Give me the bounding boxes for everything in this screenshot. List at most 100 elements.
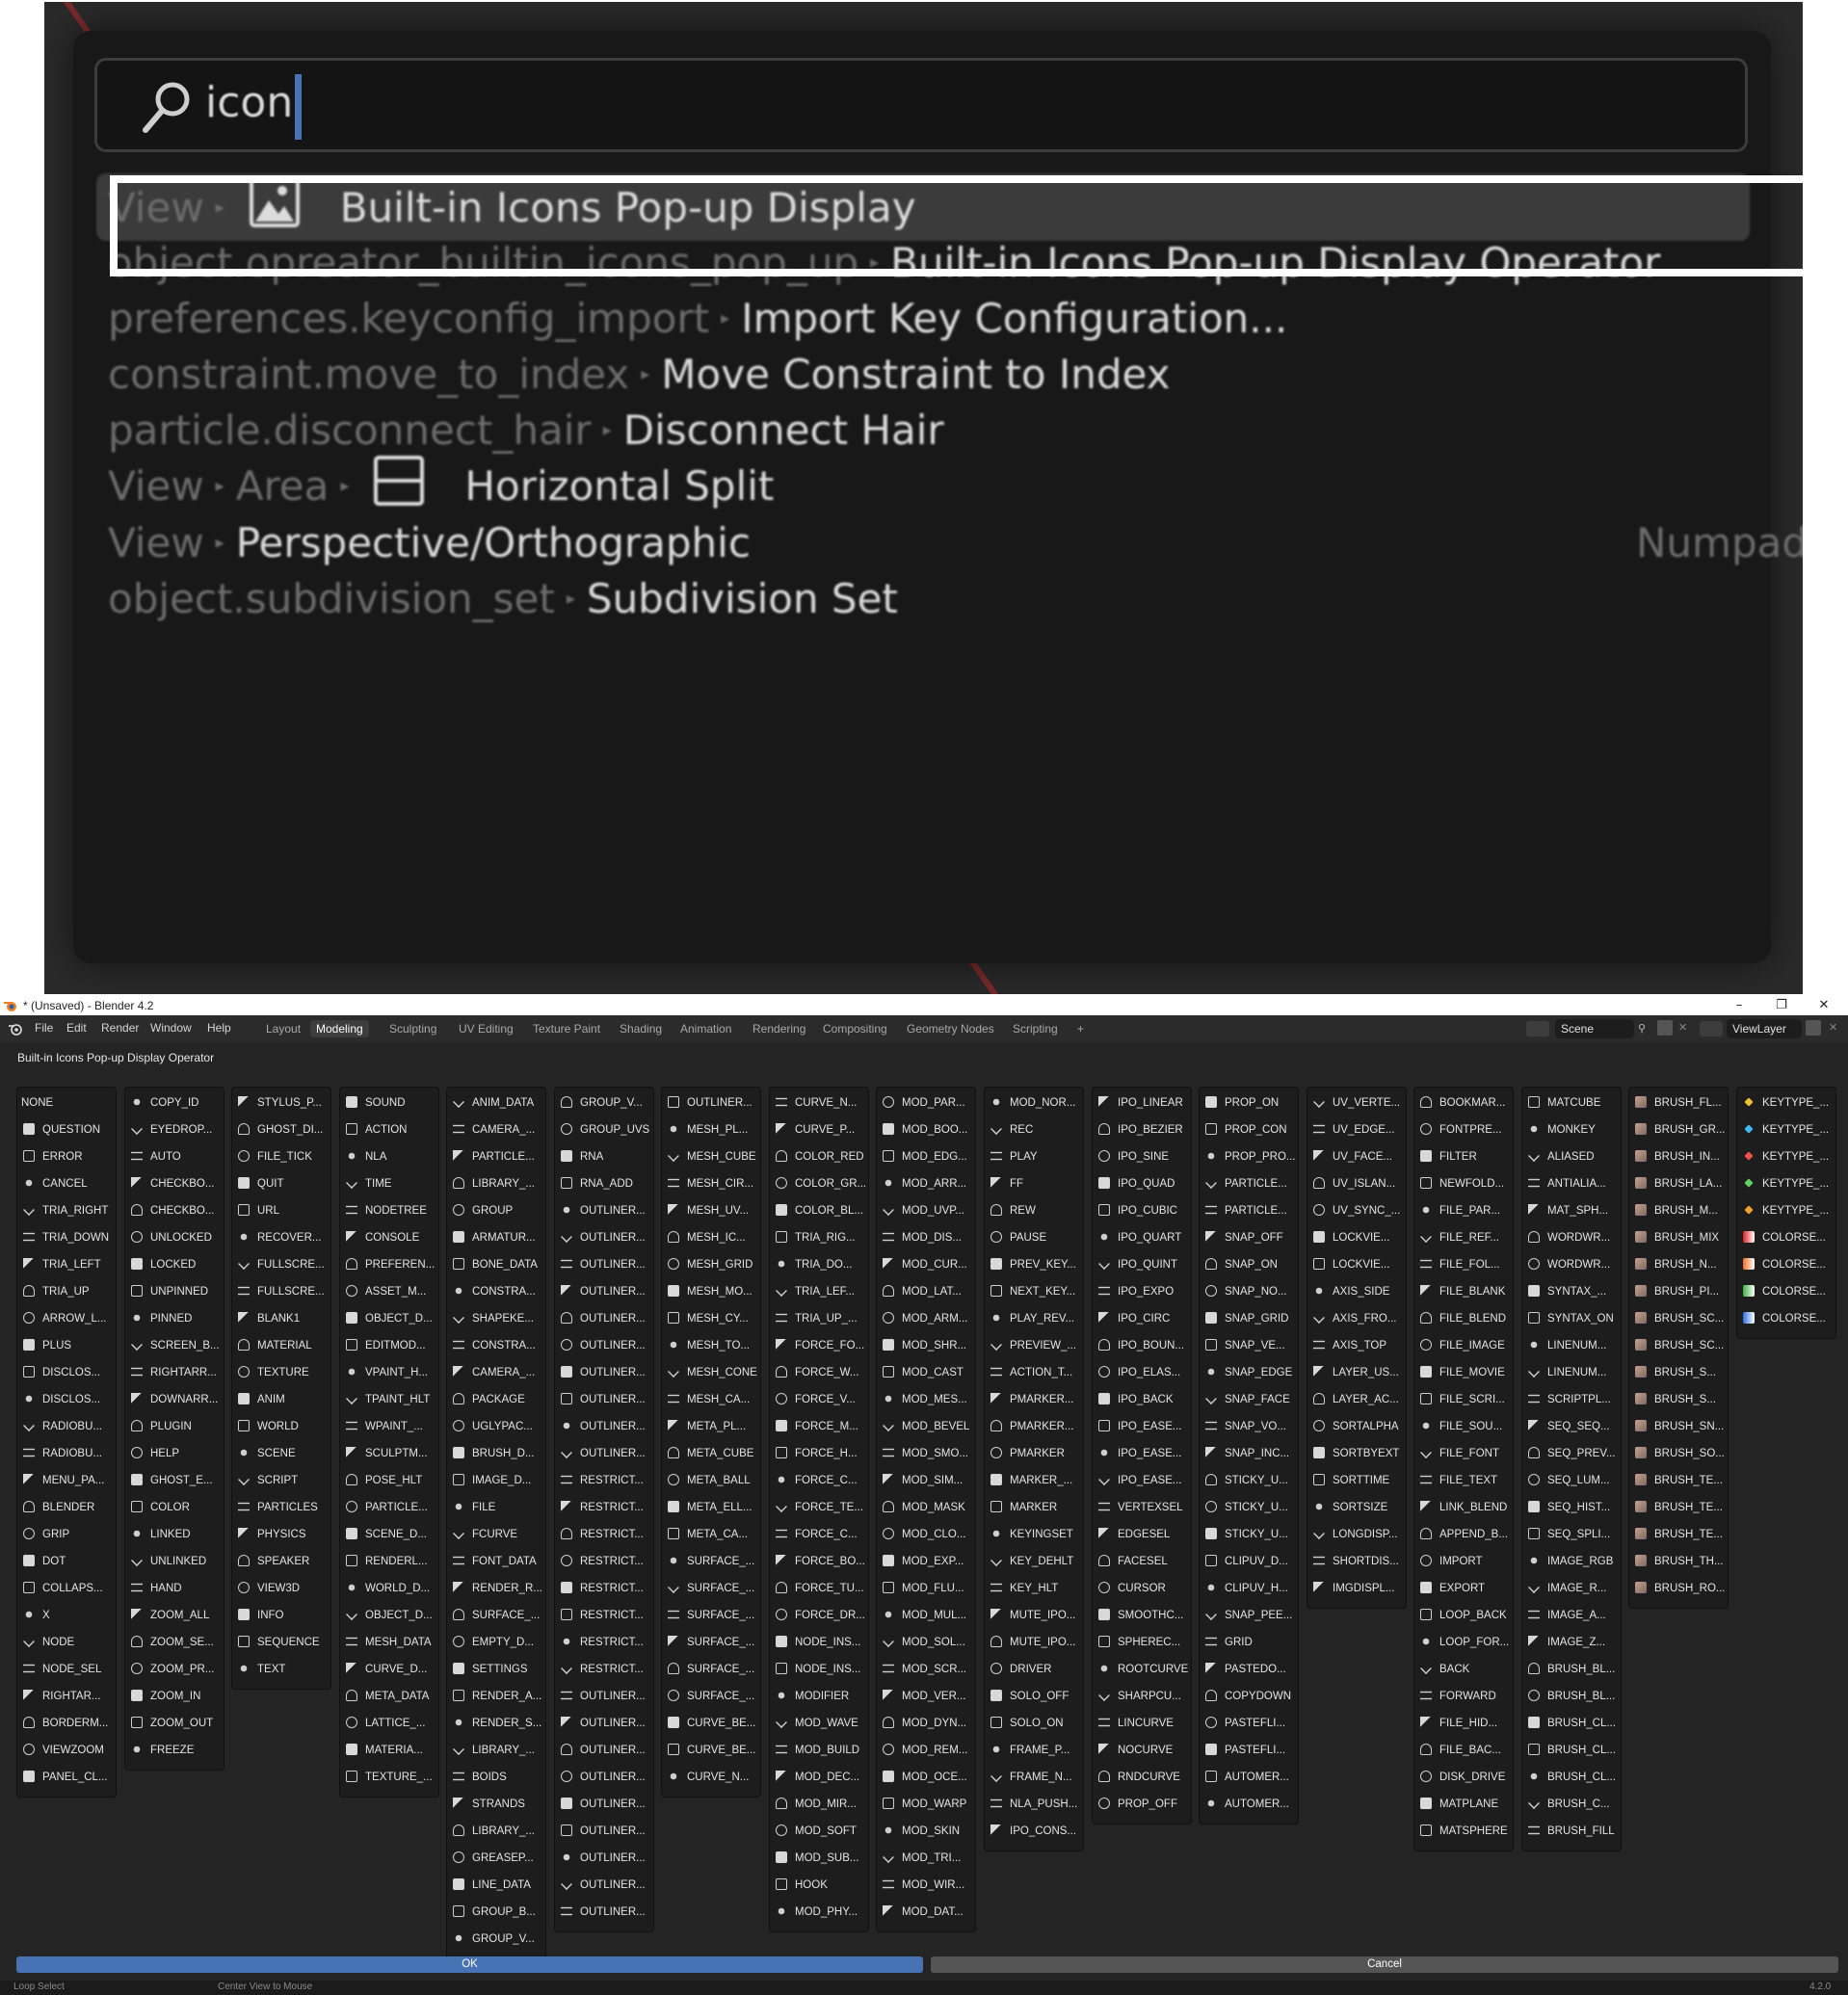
icon-item[interactable]: RESTRICT...: [559, 1469, 644, 1492]
icon-item[interactable]: SNAP_NO...: [1203, 1280, 1287, 1303]
icon-item[interactable]: OUTLINER...: [559, 1388, 646, 1411]
icon-item[interactable]: FILE_SOU...: [1418, 1415, 1502, 1438]
cancel-button[interactable]: Cancel: [931, 1956, 1838, 1973]
icon-item[interactable]: OUTLINER...: [559, 1739, 646, 1762]
icon-item[interactable]: RESTRICT...: [559, 1658, 644, 1681]
icon-item[interactable]: TPAINT_HLT: [344, 1388, 430, 1411]
workspace-tab[interactable]: Texture Paint: [527, 1020, 606, 1037]
icon-item[interactable]: RESTRICT...: [559, 1604, 644, 1627]
icon-item[interactable]: BRUSH_FL...: [1633, 1091, 1722, 1115]
icon-item[interactable]: MATPLANE: [1418, 1793, 1498, 1816]
icon-item[interactable]: SORTTIME: [1311, 1469, 1389, 1492]
icon-item[interactable]: MESH_CUBE: [666, 1145, 756, 1168]
icon-item[interactable]: OUTLINER...: [559, 1793, 646, 1816]
icon-item[interactable]: NODETREE: [344, 1199, 427, 1222]
icon-item[interactable]: BRUSH_SN...: [1633, 1415, 1724, 1438]
icon-item[interactable]: MOD_PAR...: [881, 1091, 965, 1115]
icon-item[interactable]: SOLO_ON: [989, 1712, 1064, 1735]
icon-item[interactable]: OUTLINER...: [559, 1199, 646, 1222]
icon-item[interactable]: IMAGE_Z...: [1526, 1631, 1605, 1654]
icon-item[interactable]: PMARKER...: [989, 1415, 1073, 1438]
icon-item[interactable]: STICKY_U...: [1203, 1523, 1288, 1546]
icon-item[interactable]: MOD_BOO...: [881, 1118, 967, 1142]
icon-item[interactable]: KEYINGSET: [989, 1523, 1073, 1546]
icon-item[interactable]: LOCKVIE...: [1311, 1253, 1389, 1276]
menu-render[interactable]: Render: [101, 1021, 139, 1035]
icon-item[interactable]: CHECKBO...: [129, 1199, 214, 1222]
icon-item[interactable]: BRUSH_GR...: [1633, 1118, 1726, 1142]
icon-item[interactable]: SCENE_D...: [344, 1523, 427, 1546]
icon-item[interactable]: DOT: [21, 1550, 66, 1573]
icon-item[interactable]: FILE_FOL...: [1418, 1253, 1500, 1276]
icon-item[interactable]: LIBRARY_...: [451, 1820, 535, 1843]
icon-item[interactable]: TRIA_DO...: [774, 1253, 852, 1276]
icon-item[interactable]: BRUSH_LA...: [1633, 1172, 1722, 1195]
icon-item[interactable]: IPO_BEZIER: [1096, 1118, 1183, 1142]
icon-item[interactable]: MOD_BEVEL: [881, 1415, 969, 1438]
icon-item[interactable]: ZOOM_OUT: [129, 1712, 213, 1735]
icon-item[interactable]: IPO_BOUN...: [1096, 1334, 1184, 1357]
icon-item[interactable]: TEXT: [236, 1658, 285, 1681]
icon-item[interactable]: FILE_TICK: [236, 1145, 312, 1168]
icon-item[interactable]: SCULPTM...: [344, 1442, 428, 1465]
icon-item[interactable]: SEQ_SEQ...: [1526, 1415, 1610, 1438]
icon-item[interactable]: SORTALPHA: [1311, 1415, 1399, 1438]
icon-item[interactable]: IPO_EASE...: [1096, 1469, 1181, 1492]
icon-item[interactable]: GROUP_B...: [451, 1901, 536, 1924]
icon-item[interactable]: MESH_TO...: [666, 1334, 750, 1357]
icon-item[interactable]: IMAGE_RGB: [1526, 1550, 1613, 1573]
icon-item[interactable]: PARTICLE...: [1203, 1199, 1287, 1222]
icon-item[interactable]: FORCE_TU...: [774, 1577, 864, 1600]
icon-item[interactable]: MOD_DAT...: [881, 1901, 964, 1924]
icon-item[interactable]: VIEWZOOM: [21, 1739, 104, 1762]
icon-item[interactable]: NONE: [21, 1091, 53, 1115]
icon-item[interactable]: MOD_MES...: [881, 1388, 967, 1411]
icon-item[interactable]: BORDERM...: [21, 1712, 108, 1735]
icon-item[interactable]: CURVE_BE...: [666, 1712, 755, 1735]
icon-item[interactable]: PLUGIN: [129, 1415, 192, 1438]
icon-item[interactable]: FORCE_C...: [774, 1469, 858, 1492]
icon-item[interactable]: RESTRICT...: [559, 1631, 644, 1654]
icon-item[interactable]: MATSPHERE: [1418, 1820, 1508, 1843]
icon-item[interactable]: ANIM_DATA: [451, 1091, 534, 1115]
icon-item[interactable]: PROP_OFF: [1096, 1793, 1177, 1816]
icon-item[interactable]: AXIS_TOP: [1311, 1334, 1386, 1357]
viewlayer-selector-icon[interactable]: [1700, 1021, 1723, 1037]
icon-item[interactable]: RIGHTAR...: [21, 1685, 100, 1708]
icon-item[interactable]: MODIFIER: [774, 1685, 849, 1708]
icon-item[interactable]: MOD_EDG...: [881, 1145, 967, 1168]
icon-item[interactable]: MAT_SPH...: [1526, 1199, 1608, 1222]
workspace-tab[interactable]: UV Editing: [453, 1020, 519, 1037]
icon-item[interactable]: UV_FACE...: [1311, 1145, 1392, 1168]
icon-item[interactable]: BACK: [1418, 1658, 1469, 1681]
icon-item[interactable]: MESH_CONE: [666, 1361, 757, 1384]
icon-item[interactable]: MOD_PHY...: [774, 1901, 858, 1924]
icon-item[interactable]: ARROW_L...: [21, 1307, 106, 1330]
icon-item[interactable]: DRIVER: [989, 1658, 1051, 1681]
icon-item[interactable]: OUTLINER...: [559, 1766, 646, 1789]
icon-item[interactable]: MESH_GRID: [666, 1253, 752, 1276]
icon-item[interactable]: GROUP_UVS: [559, 1118, 649, 1142]
icon-item[interactable]: RIGHTARR...: [129, 1361, 217, 1384]
icon-item[interactable]: EDGESEL: [1096, 1523, 1170, 1546]
icon-item[interactable]: SCENE: [236, 1442, 296, 1465]
icon-item[interactable]: SHORTDIS...: [1311, 1550, 1399, 1573]
icon-item[interactable]: NODE_INS...: [774, 1658, 860, 1681]
icon-item[interactable]: EDITMOD...: [344, 1334, 426, 1357]
icon-item[interactable]: LAYER_US...: [1311, 1361, 1399, 1384]
icon-item[interactable]: REC: [989, 1118, 1033, 1142]
icon-item[interactable]: SURFACE_...: [666, 1550, 754, 1573]
icon-item[interactable]: PROP_PRO...: [1203, 1145, 1296, 1168]
icon-item[interactable]: TEXTURE_...: [344, 1766, 433, 1789]
icon-item[interactable]: ZOOM_PR...: [129, 1658, 214, 1681]
icon-item[interactable]: LINENUM...: [1526, 1334, 1606, 1357]
menu-edit[interactable]: Edit: [66, 1021, 87, 1035]
icon-item[interactable]: PMARKER: [989, 1442, 1065, 1465]
icon-item[interactable]: WORDWR...: [1526, 1253, 1610, 1276]
icon-item[interactable]: ARMATUR...: [451, 1226, 536, 1249]
icon-item[interactable]: HAND: [129, 1577, 182, 1600]
icon-item[interactable]: UNLOCKED: [129, 1226, 212, 1249]
icon-item[interactable]: NODE_SEL: [21, 1658, 101, 1681]
icon-item[interactable]: MOD_CLO...: [881, 1523, 965, 1546]
icon-item[interactable]: KEYTYPE_...: [1741, 1091, 1829, 1115]
